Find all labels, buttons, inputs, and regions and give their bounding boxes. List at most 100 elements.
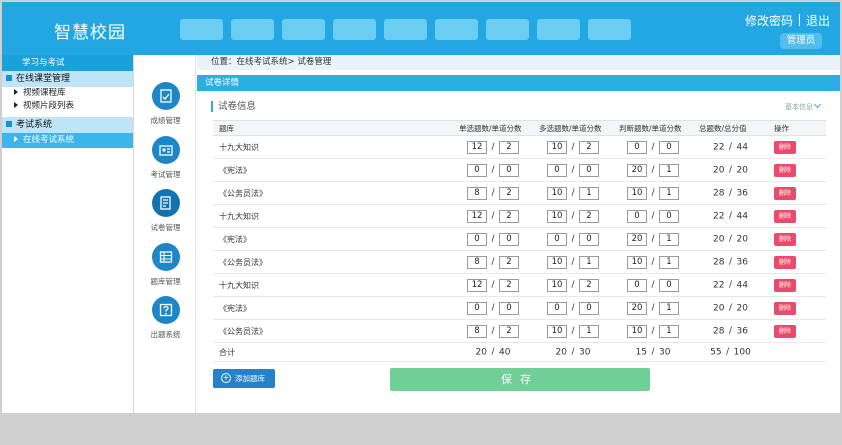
sidebar-group-classroom[interactable]: 在线课堂管理 (2, 71, 133, 87)
score-input[interactable]: 1 (579, 324, 599, 338)
score-input[interactable]: 2 (499, 186, 519, 200)
add-bank-button[interactable]: + 添加题库 (213, 369, 275, 388)
count-input[interactable]: 0 (547, 163, 567, 177)
score-input[interactable]: 0 (659, 278, 679, 292)
iconbar-item-grade[interactable]: 成绩管理 (135, 82, 196, 126)
count-value: 20 (555, 347, 567, 358)
delete-button[interactable]: 删除 (774, 278, 796, 292)
count-input[interactable]: 12 (467, 278, 487, 292)
score-input[interactable]: 0 (579, 301, 599, 315)
score-input[interactable]: 0 (499, 232, 519, 246)
score-input[interactable]: 2 (499, 255, 519, 269)
delete-button[interactable]: 删除 (774, 163, 796, 177)
score-input[interactable]: 2 (579, 209, 599, 223)
count-input[interactable]: 20 (627, 163, 647, 177)
count-input[interactable]: 0 (467, 163, 487, 177)
delete-button[interactable]: 删除 (774, 232, 796, 246)
score-input[interactable]: 2 (579, 278, 599, 292)
score-input[interactable]: 0 (499, 301, 519, 315)
score-input[interactable]: 2 (499, 209, 519, 223)
nav-button[interactable] (486, 19, 529, 40)
save-button[interactable]: 保存 (390, 368, 650, 391)
score-input[interactable]: 1 (659, 232, 679, 246)
nav-button[interactable] (180, 19, 223, 40)
count-input[interactable]: 8 (467, 255, 487, 269)
score-input[interactable]: 1 (659, 186, 679, 200)
logout-link[interactable]: 退出 (806, 14, 830, 28)
count-input[interactable]: 20 (627, 301, 647, 315)
sum-row: 合计 20/40 20/30 15/30 55/100 (213, 342, 826, 362)
score-input[interactable]: 0 (579, 232, 599, 246)
count-input[interactable]: 0 (627, 278, 647, 292)
count-value: 20 (713, 165, 725, 176)
count-input[interactable]: 0 (547, 232, 567, 246)
score-input[interactable]: 1 (579, 255, 599, 269)
nav-button[interactable] (231, 19, 274, 40)
count-input[interactable]: 10 (547, 209, 567, 223)
nav-button[interactable] (282, 19, 325, 40)
count-input[interactable]: 10 (547, 140, 567, 154)
delete-button[interactable]: 删除 (774, 324, 796, 338)
score-input[interactable]: 1 (659, 255, 679, 269)
basic-info-toggle[interactable]: 基本信息 (785, 100, 822, 112)
score-input[interactable]: 2 (499, 278, 519, 292)
delete-button[interactable]: 删除 (774, 186, 796, 200)
sidebar-item-video-library[interactable]: 视频课程库 (2, 87, 133, 100)
sidebar-item-video-clips[interactable]: 视频片段列表 (2, 100, 133, 113)
nav-button[interactable] (435, 19, 478, 40)
count-value: 22 (713, 211, 725, 222)
triangle-right-icon (14, 136, 18, 142)
change-password-link[interactable]: 修改密码 (745, 14, 793, 28)
count-input[interactable]: 10 (627, 255, 647, 269)
nav-button[interactable] (333, 19, 376, 40)
count-input[interactable]: 10 (547, 186, 567, 200)
nav-button[interactable] (384, 19, 427, 40)
table-row: 《宪法》 0/0 0/0 20/1 20/20 删除 (213, 296, 826, 320)
delete-button[interactable]: 删除 (774, 209, 796, 223)
count-input[interactable]: 0 (547, 301, 567, 315)
count-input[interactable]: 10 (627, 324, 647, 338)
iconbar-item-question[interactable]: 出题系统 (135, 296, 196, 340)
count-input[interactable]: 0 (627, 209, 647, 223)
iconbar-item-bank[interactable]: 题库管理 (135, 243, 196, 287)
count-input[interactable]: 0 (467, 301, 487, 315)
action-cell: 删除 (768, 204, 826, 228)
score-input[interactable]: 0 (499, 163, 519, 177)
iconbar-item-exam[interactable]: 考试管理 (135, 136, 196, 180)
score-input[interactable]: 2 (499, 140, 519, 154)
nav-button[interactable] (537, 19, 580, 40)
sidebar-item-online-exam[interactable]: 在线考试系统 (2, 133, 133, 148)
score-input[interactable]: 1 (579, 186, 599, 200)
score-input[interactable]: 1 (659, 324, 679, 338)
score-input[interactable]: 1 (659, 163, 679, 177)
user-badge[interactable]: 管理员 (780, 33, 822, 49)
count-input[interactable]: 10 (547, 255, 567, 269)
col-total: 总题数/总分值 (693, 120, 768, 136)
count-input[interactable]: 20 (627, 232, 647, 246)
nav-button[interactable] (588, 19, 631, 40)
count-input[interactable]: 10 (627, 186, 647, 200)
sidebar-group-label: 在线课堂管理 (16, 74, 71, 84)
sidebar-group-exam[interactable]: 考试系统 (2, 117, 133, 133)
count-input[interactable]: 10 (547, 278, 567, 292)
score-input[interactable]: 2 (499, 324, 519, 338)
action-cell: 删除 (768, 135, 826, 159)
square-icon (6, 121, 12, 127)
count-value: 15 (635, 347, 647, 358)
count-input[interactable]: 8 (467, 324, 487, 338)
count-input[interactable]: 0 (467, 232, 487, 246)
count-input[interactable]: 8 (467, 186, 487, 200)
count-input[interactable]: 12 (467, 209, 487, 223)
score-input[interactable]: 2 (579, 140, 599, 154)
delete-button[interactable]: 删除 (774, 301, 796, 315)
delete-button[interactable]: 删除 (774, 255, 796, 269)
delete-button[interactable]: 删除 (774, 140, 796, 154)
score-input[interactable]: 0 (659, 140, 679, 154)
iconbar-item-paper[interactable]: 试卷管理 (135, 189, 196, 233)
score-input[interactable]: 1 (659, 301, 679, 315)
score-input[interactable]: 0 (579, 163, 599, 177)
score-input[interactable]: 0 (659, 209, 679, 223)
count-input[interactable]: 10 (547, 324, 567, 338)
count-input[interactable]: 0 (627, 140, 647, 154)
count-input[interactable]: 12 (467, 140, 487, 154)
